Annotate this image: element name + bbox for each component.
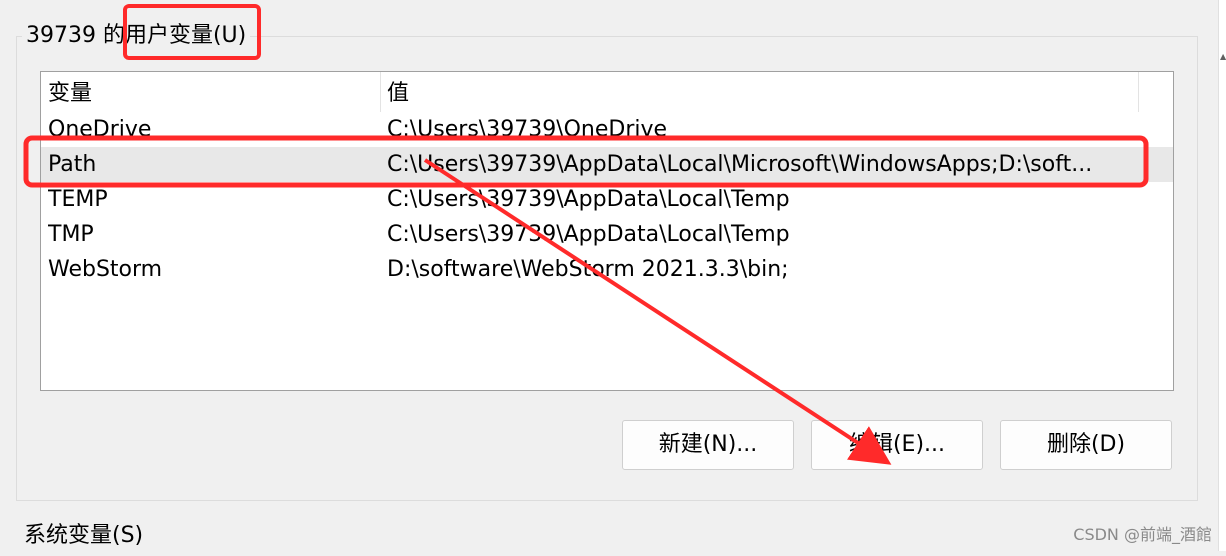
list-header: 变量 值 bbox=[41, 72, 1139, 112]
user-variables-label: 39739 的用户变量(U) bbox=[22, 18, 251, 54]
new-variable-button[interactable]: 新建(N)... bbox=[622, 420, 794, 470]
scroll-up-arrow-icon[interactable]: ▲ bbox=[1220, 52, 1226, 62]
table-row[interactable]: WebStorm D:\software\WebStorm 2021.3.3\b… bbox=[41, 252, 1173, 287]
user-variables-list[interactable]: 变量 值 OneDrive C:\Users\39739\OneDrive Pa… bbox=[40, 71, 1174, 391]
column-header-value[interactable]: 值 bbox=[387, 72, 409, 112]
column-header-name[interactable]: 变量 bbox=[48, 72, 92, 112]
system-variables-label: 系统变量(S) bbox=[24, 523, 144, 548]
watermark: CSDN @前端_酒館 bbox=[1073, 525, 1212, 544]
row-variable-value: C:\Users\39739\AppData\Local\Temp bbox=[387, 187, 790, 212]
column-divider[interactable] bbox=[1138, 72, 1139, 112]
row-variable-name: WebStorm bbox=[48, 257, 163, 282]
row-variable-value: D:\software\WebStorm 2021.3.3\bin; bbox=[387, 257, 789, 282]
row-variable-name: TEMP bbox=[48, 187, 108, 212]
row-variable-name: Path bbox=[48, 152, 97, 177]
table-row-selected[interactable]: Path C:\Users\39739\AppData\Local\Micros… bbox=[41, 147, 1173, 182]
row-variable-value: C:\Users\39739\AppData\Local\Temp bbox=[387, 222, 790, 247]
column-divider[interactable] bbox=[380, 72, 381, 112]
table-row[interactable]: OneDrive C:\Users\39739\OneDrive bbox=[41, 112, 1173, 147]
table-row[interactable]: TMP C:\Users\39739\AppData\Local\Temp bbox=[41, 217, 1173, 252]
delete-variable-button[interactable]: 删除(D) bbox=[1000, 420, 1172, 470]
window-scrollbar[interactable]: ▲ bbox=[1218, 0, 1226, 551]
table-row[interactable]: TEMP C:\Users\39739\AppData\Local\Temp bbox=[41, 182, 1173, 217]
row-variable-name: TMP bbox=[48, 222, 94, 247]
row-variable-name: OneDrive bbox=[48, 117, 152, 142]
row-variable-value: C:\Users\39739\AppData\Local\Microsoft\W… bbox=[387, 152, 1093, 177]
row-variable-value: C:\Users\39739\OneDrive bbox=[387, 117, 668, 142]
edit-variable-button[interactable]: 编辑(E)... bbox=[811, 420, 983, 470]
